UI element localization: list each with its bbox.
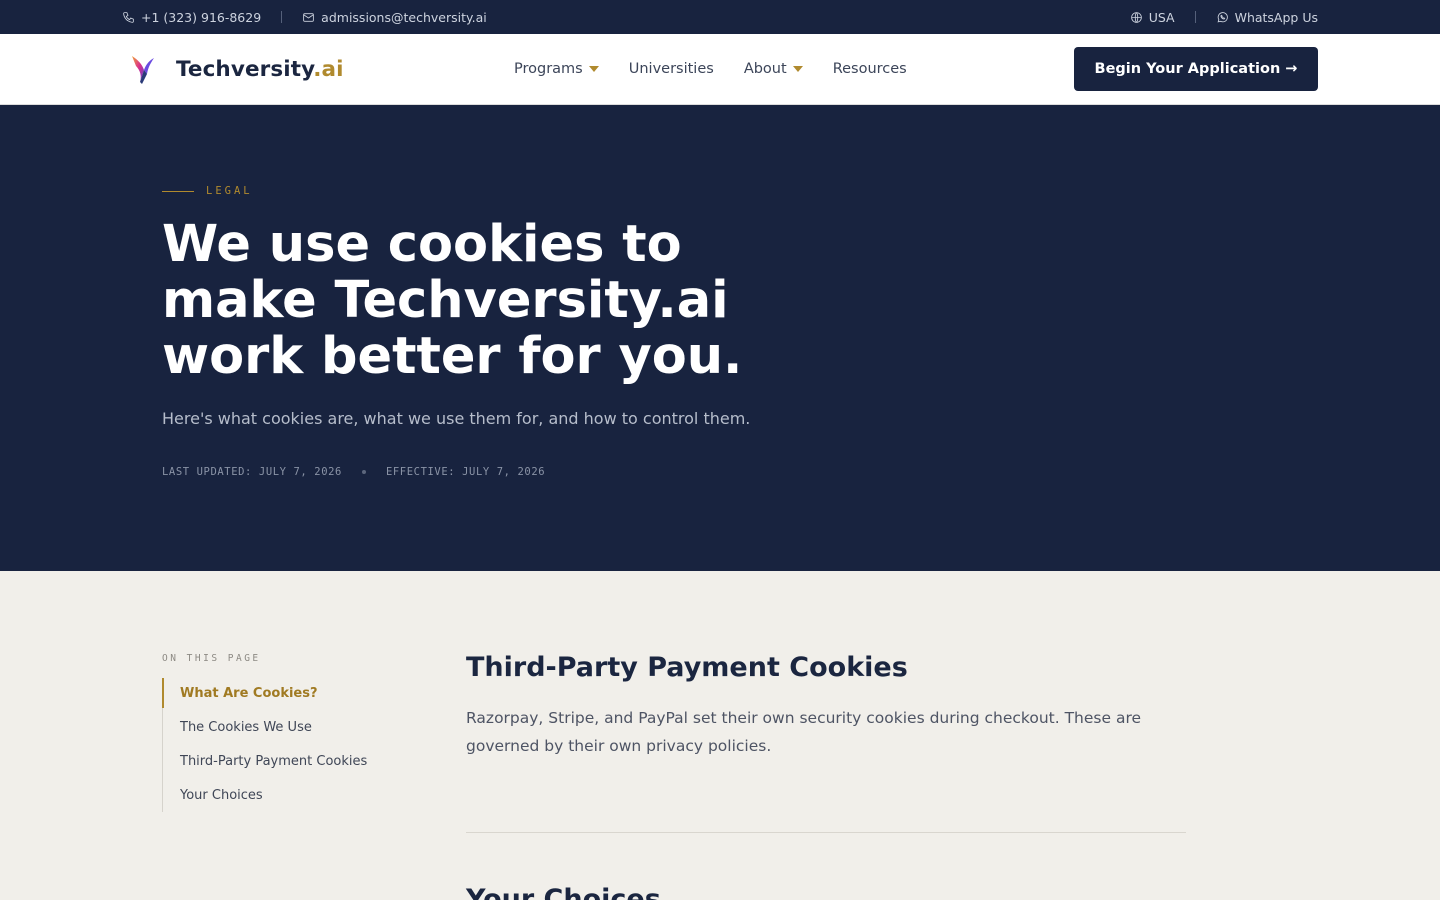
region-label: USA (1148, 9, 1175, 25)
date-meta: LAST UPDATED: JULY 7, 2026 EFFECTIVE: JU… (162, 466, 1440, 478)
page-title: We use cookies to make Techversity.ai wo… (162, 215, 743, 386)
nav-universities[interactable]: Universities (629, 61, 714, 77)
nav-programs[interactable]: Programs (514, 61, 599, 77)
toc-item-cookies-we-use[interactable]: The Cookies We Use (163, 711, 402, 745)
brand-name-accent: .ai (313, 56, 344, 82)
hero-eyebrow: LEGAL (162, 185, 1440, 197)
nav-about[interactable]: About (744, 61, 803, 77)
section-heading: Third-Party Payment Cookies (466, 652, 908, 683)
page-subtitle: Here's what cookies are, what we use the… (162, 409, 751, 428)
section-body: Razorpay, Stripe, and PayPal set their o… (466, 709, 1142, 755)
table-of-contents: ON THIS PAGE What Are Cookies? The Cooki… (162, 653, 402, 813)
nav-resources-label: Resources (832, 61, 907, 77)
nav-about-label: About (743, 61, 787, 77)
meta-separator-dot (361, 470, 366, 474)
caret-down-icon (792, 66, 803, 72)
phone-icon (123, 11, 134, 23)
region-selector[interactable]: USA (1130, 10, 1175, 25)
phone-link[interactable]: +1 (323) 916-8629 (122, 10, 261, 25)
begin-application-button[interactable]: Begin Your Application → (1074, 47, 1318, 91)
contact-group: +1 (323) 916-8629 admissions@techversity… (122, 10, 487, 25)
mail-icon (303, 12, 314, 22)
whatsapp-link[interactable]: WhatsApp Us (1216, 10, 1318, 25)
nav-resources[interactable]: Resources (833, 61, 907, 77)
toc-item-third-party-payment[interactable]: Third-Party Payment Cookies (163, 745, 402, 779)
toc-list: What Are Cookies? The Cookies We Use Thi… (162, 678, 402, 813)
effective-date: EFFECTIVE: JULY 7, 2026 (385, 466, 546, 478)
policy-content: ON THIS PAGE What Are Cookies? The Cooki… (0, 571, 1440, 900)
nav-universities-label: Universities (628, 61, 714, 77)
section-divider (466, 832, 1186, 833)
hero-section: LEGAL We use cookies to make Techversity… (0, 105, 1440, 571)
phone-number: +1 (323) 916-8629 (141, 9, 262, 25)
top-contact-bar: +1 (323) 916-8629 admissions@techversity… (0, 0, 1440, 34)
bird-logo-icon (128, 52, 156, 86)
whatsapp-icon (1217, 11, 1228, 22)
nav-programs-label: Programs (514, 61, 583, 77)
email-link[interactable]: admissions@techversity.ai (302, 10, 487, 25)
utility-group: USA WhatsApp Us (1130, 10, 1318, 25)
brand-logo-link[interactable]: Techversity.ai (128, 52, 344, 86)
globe-icon (1130, 11, 1142, 23)
brand-name-main: Techversity (176, 56, 314, 82)
toc-item-your-choices[interactable]: Your Choices (163, 778, 402, 812)
divider (1194, 11, 1196, 23)
divider (281, 11, 283, 23)
toc-label: ON THIS PAGE (162, 653, 261, 664)
caret-down-icon (588, 66, 599, 72)
last-updated: LAST UPDATED: JULY 7, 2026 (162, 466, 342, 478)
site-header: Techversity.ai Programs Universities Abo… (0, 34, 1440, 105)
main-nav: Programs Universities About Resources (514, 34, 907, 104)
next-section-heading: Your Choices (466, 884, 661, 900)
email-address: admissions@techversity.ai (321, 9, 487, 25)
whatsapp-label: WhatsApp Us (1234, 9, 1318, 25)
brand-name: Techversity.ai (176, 57, 344, 82)
eyebrow-label: LEGAL (206, 185, 253, 197)
policy-section: Third-Party Payment Cookies Razorpay, St… (466, 651, 1186, 760)
toc-item-what-are-cookies[interactable]: What Are Cookies? (162, 678, 402, 708)
eyebrow-line (162, 190, 194, 192)
